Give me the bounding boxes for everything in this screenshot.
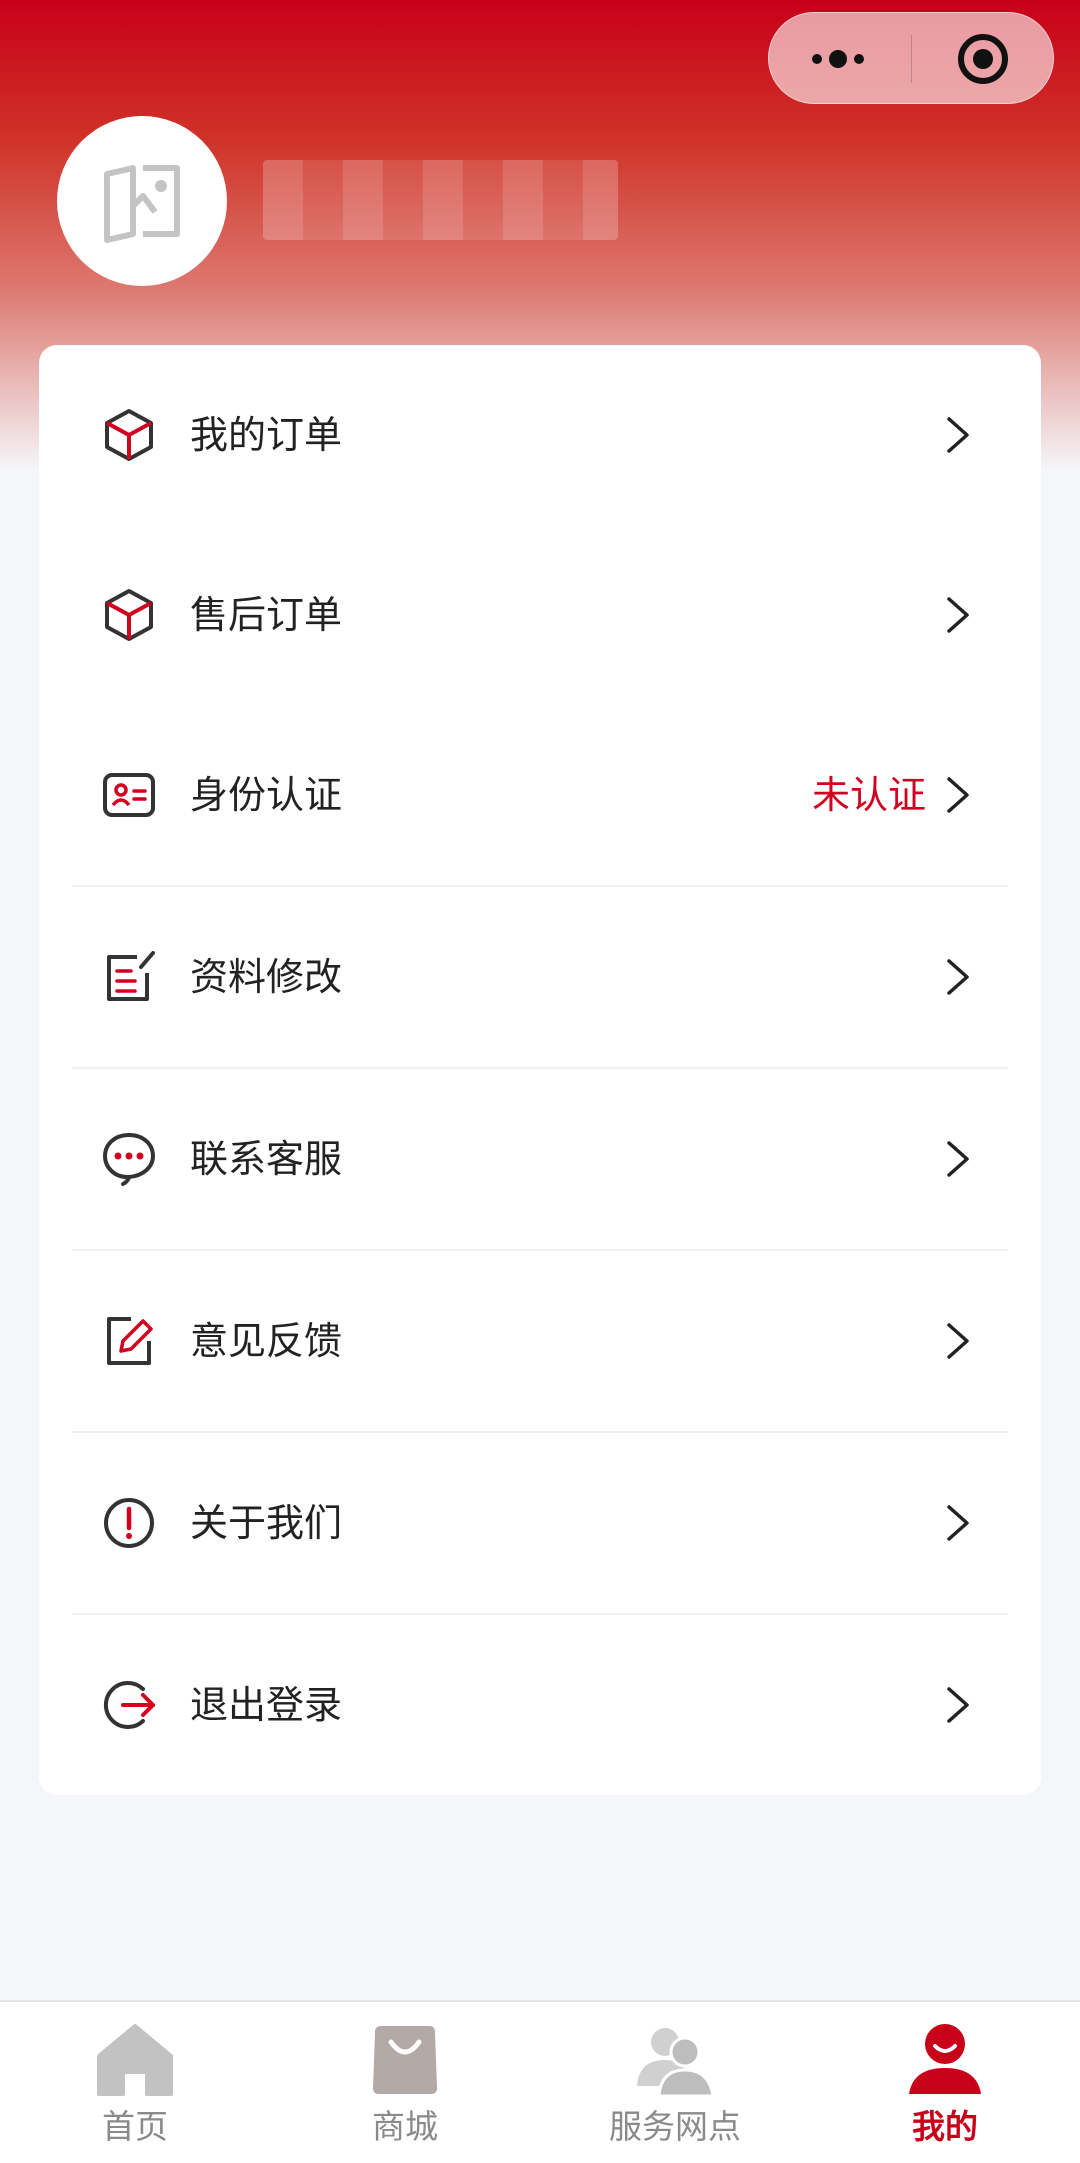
menu-item-identity-verification[interactable]: 身份认证 未认证: [39, 705, 1041, 885]
logout-icon: [103, 1681, 155, 1729]
chevron-right-icon: [947, 1323, 969, 1359]
tab-label: 服务网点: [609, 2107, 741, 2146]
menu-card: 我的订单 售后订单 身份认证 未认证 资料修改 联系客服 意见反馈 关于我们 退…: [39, 345, 1041, 1795]
menu-item-logout[interactable]: 退出登录: [39, 1615, 1041, 1795]
bottom-tab-bar: 首页 商城 服务网点 我的: [0, 2000, 1080, 2163]
menu-item-label: 退出登录: [190, 1683, 343, 1727]
verification-status-badge: 未认证: [811, 773, 926, 817]
menu-item-edit-profile[interactable]: 资料修改: [39, 887, 1041, 1067]
tab-label: 商城: [372, 2107, 438, 2146]
exclamation-circle-icon: [104, 1498, 154, 1548]
user-icon: [909, 2024, 981, 2094]
chevron-right-icon: [947, 777, 969, 813]
menu-item-my-orders[interactable]: 我的订单: [39, 345, 1041, 525]
menu-item-label: 资料修改: [190, 955, 343, 999]
tab-mall[interactable]: 商城: [270, 2002, 540, 2163]
users-icon: [637, 2028, 715, 2098]
home-icon: [97, 2024, 173, 2096]
menu-item-about-us[interactable]: 关于我们: [39, 1433, 1041, 1613]
chat-bubble-icon: [102, 1133, 156, 1186]
more-options-button[interactable]: [769, 13, 911, 105]
tab-home[interactable]: 首页: [0, 2002, 270, 2163]
chevron-right-icon: [947, 597, 969, 633]
edit-doc-icon: [107, 951, 155, 1001]
shopping-bag-icon: [373, 2026, 437, 2094]
tab-service-points[interactable]: 服务网点: [540, 2002, 810, 2163]
target-circle-icon: [958, 34, 1008, 84]
menu-item-label: 我的订单: [190, 413, 343, 457]
pencil-square-icon: [107, 1317, 153, 1365]
avatar[interactable]: [57, 116, 227, 286]
tab-label: 我的: [912, 2107, 978, 2146]
id-card-icon: [103, 773, 155, 817]
close-miniprogram-button[interactable]: [912, 13, 1055, 105]
menu-item-label: 关于我们: [190, 1501, 343, 1545]
menu-item-label: 身份认证: [190, 773, 343, 817]
menu-item-label: 售后订单: [190, 593, 343, 637]
menu-item-label: 联系客服: [190, 1137, 343, 1181]
tab-label: 首页: [102, 2107, 168, 2146]
chevron-right-icon: [947, 417, 969, 453]
tab-mine[interactable]: 我的: [810, 2002, 1080, 2163]
menu-item-contact-support[interactable]: 联系客服: [39, 1069, 1041, 1249]
menu-item-label: 意见反馈: [190, 1319, 343, 1363]
package-icon: [105, 589, 153, 641]
chevron-right-icon: [947, 1141, 969, 1177]
chevron-right-icon: [947, 1687, 969, 1723]
profile-page: 我的订单 售后订单 身份认证 未认证 资料修改 联系客服 意见反馈 关于我们 退…: [0, 0, 1080, 2163]
menu-item-after-sales-orders[interactable]: 售后订单: [39, 525, 1041, 705]
menu-item-feedback[interactable]: 意见反馈: [39, 1251, 1041, 1431]
nickname: [263, 160, 618, 240]
chevron-right-icon: [947, 959, 969, 995]
package-icon: [105, 409, 153, 461]
image-placeholder-icon: [104, 165, 180, 243]
chevron-right-icon: [947, 1505, 969, 1541]
miniprogram-capsule: [768, 12, 1054, 104]
